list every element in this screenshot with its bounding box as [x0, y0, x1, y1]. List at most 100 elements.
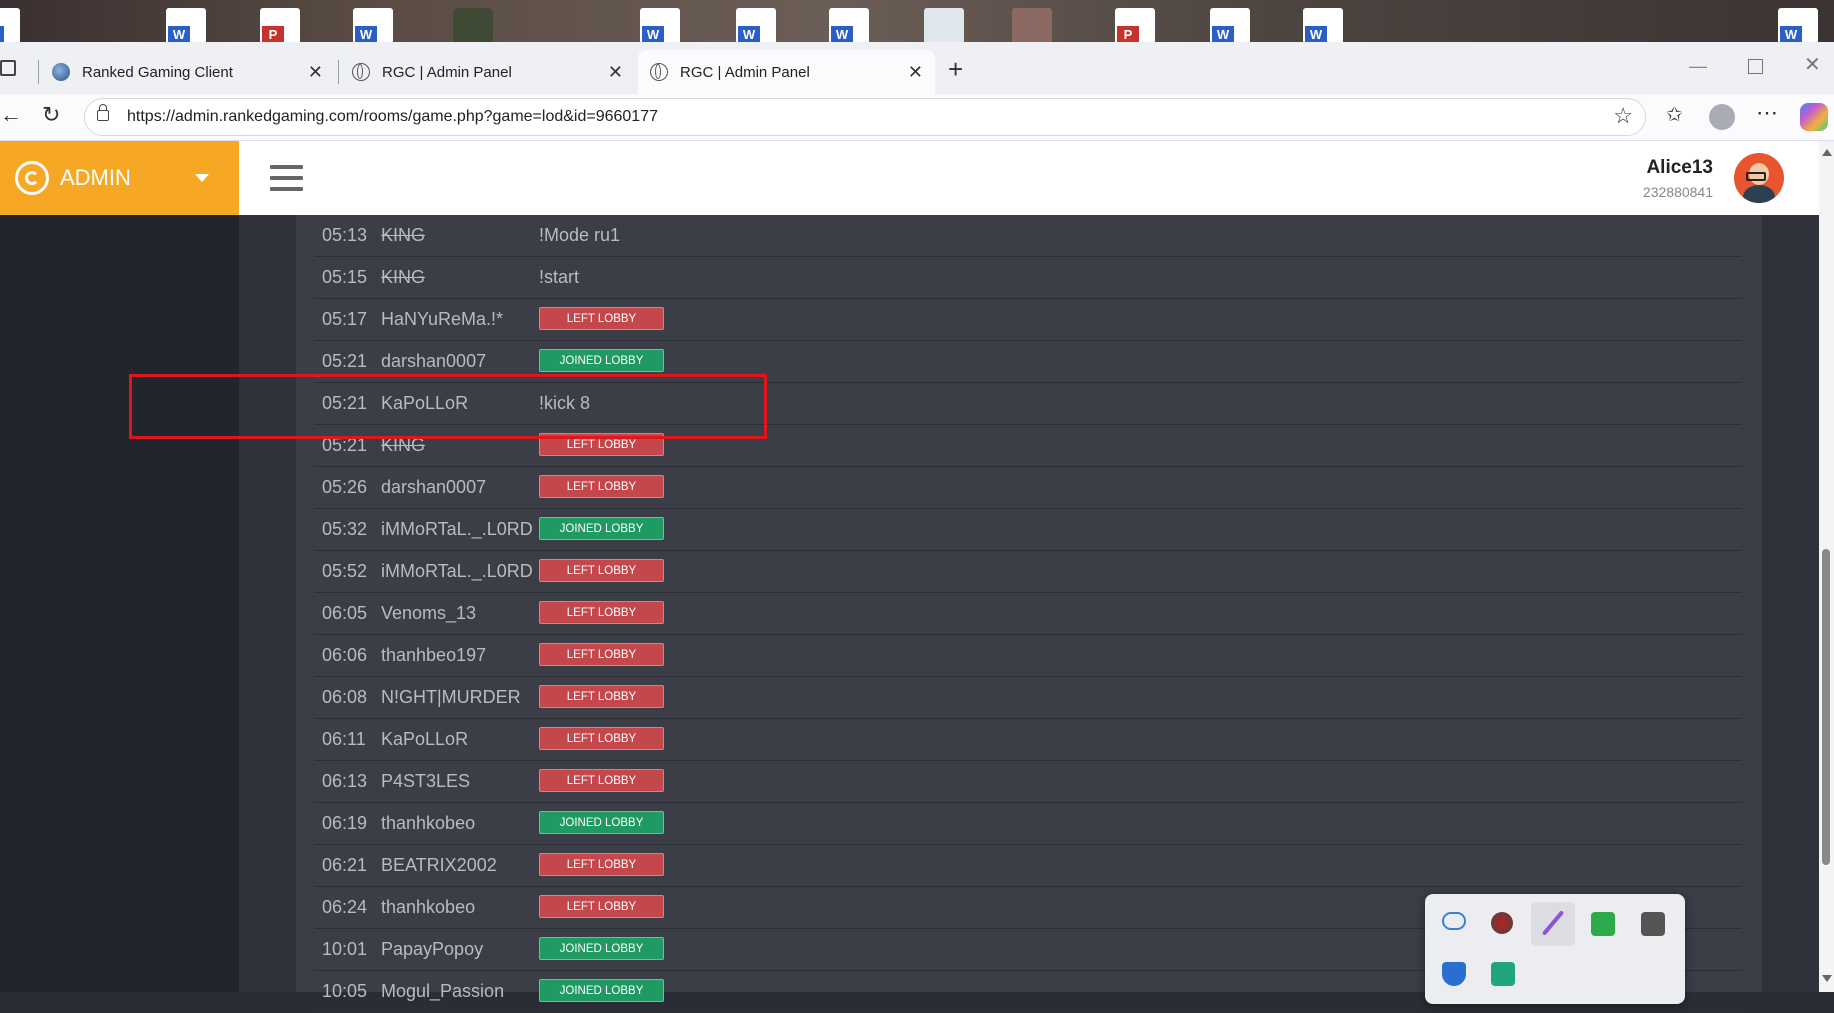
tab-separator	[38, 60, 39, 84]
record-icon[interactable]	[1491, 912, 1513, 934]
log-row: 06:06 thanhbeo197 LEFT LOBBY	[314, 635, 1742, 677]
maximize-button[interactable]	[1748, 59, 1763, 74]
onedrive-icon[interactable]	[1442, 912, 1466, 930]
desktop-background	[0, 0, 1834, 44]
log-row: 06:19 thanhkobeo JOINED LOBBY	[314, 803, 1742, 845]
log-row: 05:32 iMMoRTaL._.L0RD JOINED LOBBY	[314, 509, 1742, 551]
network-tool-icon[interactable]	[1641, 912, 1665, 936]
log-time: 06:11	[322, 729, 366, 749]
log-time: 06:19	[322, 813, 368, 833]
avatar-glasses	[1746, 172, 1766, 181]
log-time: 06:08	[322, 687, 368, 707]
word-doc-icon[interactable]	[166, 8, 206, 44]
log-user: darshan0007	[381, 477, 487, 497]
word-doc-icon[interactable]	[640, 8, 680, 44]
recycle-bin-icon[interactable]	[924, 8, 964, 44]
game-icon[interactable]	[453, 8, 493, 44]
app-header: Alice13 232880841	[239, 141, 1819, 215]
word-doc-icon[interactable]	[1303, 8, 1343, 44]
word-doc-icon[interactable]	[736, 8, 776, 44]
log-row: 06:11 KaPoLLoR LEFT LOBBY	[314, 719, 1742, 761]
refresh-icon[interactable]: ↻	[42, 102, 60, 128]
profile-icon[interactable]	[1709, 104, 1735, 130]
log-time: 05:15	[322, 267, 368, 287]
highlight-box	[129, 374, 767, 439]
left-lobby-badge: LEFT LOBBY	[539, 895, 664, 918]
h-app-icon[interactable]	[1591, 912, 1615, 936]
log-user: KaPoLLoR	[381, 729, 469, 749]
word-doc-icon[interactable]	[353, 8, 393, 44]
log-time: 05:13	[322, 225, 368, 245]
log-user: iMMoRTaL._.L0RD	[381, 561, 533, 581]
tab-admin-panel-2[interactable]: RGC | Admin Panel ✕	[638, 50, 935, 94]
scroll-up-icon[interactable]	[1822, 149, 1832, 156]
close-icon[interactable]: ✕	[308, 62, 323, 83]
url-text[interactable]: https://admin.rankedgaming.com/rooms/gam…	[127, 108, 658, 126]
log-user: BEATRIX2002	[381, 855, 497, 875]
close-icon[interactable]: ✕	[608, 62, 623, 83]
left-lobby-badge: LEFT LOBBY	[539, 769, 664, 792]
new-tab-button[interactable]: +	[948, 54, 963, 85]
log-time: 10:01	[322, 939, 368, 959]
word-doc-icon[interactable]	[1210, 8, 1250, 44]
pdf-doc-icon[interactable]	[260, 8, 300, 44]
close-window-button[interactable]: ✕	[1804, 52, 1821, 77]
log-time: 05:21	[322, 351, 368, 371]
word-doc-icon[interactable]	[829, 8, 869, 44]
left-lobby-badge: LEFT LOBBY	[539, 559, 664, 582]
word-doc-icon[interactable]	[1778, 8, 1818, 44]
pen-icon[interactable]	[1531, 902, 1575, 946]
copilot-icon[interactable]	[1800, 103, 1828, 131]
joined-lobby-badge: JOINED LOBBY	[539, 979, 664, 1002]
left-lobby-badge: LEFT LOBBY	[539, 307, 664, 330]
address-bar[interactable]: https://admin.rankedgaming.com/rooms/gam…	[84, 98, 1646, 136]
minimize-button[interactable]: —	[1689, 56, 1707, 77]
log-user: thanhkobeo	[381, 813, 476, 833]
close-icon[interactable]: ✕	[908, 62, 923, 83]
security-icon[interactable]	[1442, 962, 1466, 986]
log-time: 06:21	[322, 855, 368, 875]
log-row: 06:08 N!GHT|MURDER LEFT LOBBY	[314, 677, 1742, 719]
favorite-star-icon[interactable]: ☆	[1613, 103, 1633, 129]
app-icon[interactable]	[1491, 962, 1515, 986]
joined-lobby-badge: JOINED LOBBY	[539, 811, 664, 834]
log-time: 05:32	[322, 519, 368, 539]
favorites-icon[interactable]: ✩	[1666, 102, 1683, 127]
back-icon[interactable]: ←	[0, 102, 22, 128]
hamburger-menu-icon[interactable]	[270, 165, 303, 191]
scroll-thumb[interactable]	[1822, 549, 1830, 865]
pdf-doc-icon[interactable]	[1115, 8, 1155, 44]
tab-admin-panel-1[interactable]: RGC | Admin Panel ✕	[340, 50, 635, 94]
tab-ranked-gaming-client[interactable]: Ranked Gaming Client ✕	[40, 50, 335, 94]
lock-icon[interactable]	[97, 104, 109, 121]
joined-lobby-badge: JOINED LOBBY	[539, 349, 664, 372]
user-id: 232880841	[1642, 184, 1713, 200]
log-row: 05:17 HaNYuReMa.!* LEFT LOBBY	[314, 299, 1742, 341]
log-time: 06:06	[322, 645, 368, 665]
pen-stroke	[1541, 910, 1565, 936]
caret-down-icon[interactable]	[195, 174, 209, 182]
log-user: iMMoRTaL._.L0RD	[381, 519, 533, 539]
log-message: !start	[539, 267, 580, 287]
log-user: P4ST3LES	[381, 771, 471, 791]
scroll-down-icon[interactable]	[1822, 975, 1832, 982]
admin-brand-menu[interactable]: ADMIN	[0, 141, 239, 215]
sidebar	[0, 215, 239, 992]
tab-actions-icon[interactable]	[0, 60, 16, 76]
tab-title: Ranked Gaming Client	[82, 63, 233, 81]
left-lobby-badge: LEFT LOBBY	[539, 643, 664, 666]
more-options-icon[interactable]: ⋯	[1756, 100, 1778, 126]
word-doc-icon[interactable]	[0, 8, 20, 44]
log-row: 05:52 iMMoRTaL._.L0RD LEFT LOBBY	[314, 551, 1742, 593]
log-row: 05:15 KING !start	[314, 257, 1742, 299]
left-lobby-badge: LEFT LOBBY	[539, 853, 664, 876]
rgc-logo-icon	[15, 161, 49, 195]
log-row: 06:13 P4ST3LES LEFT LOBBY	[314, 761, 1742, 803]
tab-title: RGC | Admin Panel	[680, 63, 810, 81]
page-scrollbar[interactable]	[1819, 141, 1834, 992]
image-file-icon[interactable]	[1012, 8, 1052, 44]
site-favicon-icon	[52, 63, 70, 81]
log-row: 05:13 KING !Mode ru1	[314, 215, 1742, 257]
log-user: Venoms_13	[381, 603, 477, 623]
system-tray-flyout	[1425, 894, 1685, 1004]
